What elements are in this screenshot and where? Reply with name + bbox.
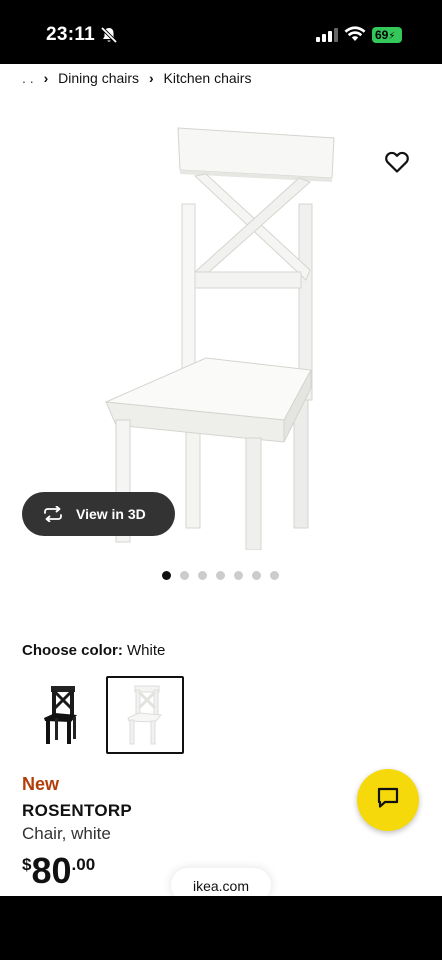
product-price: $ 80 .00 [22,852,95,890]
price-decimal: .00 [71,855,96,874]
carousel-dot[interactable] [252,571,261,580]
bottom-black-bar [0,896,442,960]
view-in-3d-label: View in 3D [76,506,146,522]
carousel-dot[interactable] [162,571,171,580]
breadcrumb-item-kitchen-chairs[interactable]: Kitchen chairs [164,70,252,86]
carousel-dot[interactable] [198,571,207,580]
color-swatch-black[interactable] [22,676,100,754]
color-label-prefix: Choose color: [22,642,123,659]
breadcrumb-separator: › [43,70,49,86]
breadcrumb-item-dining-chairs[interactable]: Dining chairs [58,70,139,86]
breadcrumb: . . › Dining chairs › Kitchen chairs [22,70,257,86]
carousel-dot[interactable] [270,571,279,580]
carousel-dot[interactable] [216,571,225,580]
product-name: ROSENTORP [22,801,133,820]
product-page: . . › Dining chairs › Kitchen chairs Vie… [0,64,442,896]
breadcrumb-separator: › [148,70,154,86]
view-in-3d-button[interactable]: View in 3D [22,492,175,536]
wishlist-heart-icon[interactable] [384,150,410,179]
battery-indicator: 69⚡ [372,27,402,43]
charging-bolt-icon: ⚡ [388,31,396,42]
breadcrumb-ellipsis[interactable]: . . [22,70,34,86]
color-chooser-label: Choose color: White [22,642,165,659]
product-description: Chair, white [22,824,111,843]
chat-bubble-icon [375,785,401,816]
color-swatch-white[interactable] [106,676,184,754]
battery-level: 69 [375,28,389,42]
bell-muted-icon [100,26,118,49]
carousel-dot[interactable] [180,571,189,580]
carousel-dot[interactable] [234,571,243,580]
chat-button[interactable] [357,769,419,831]
cellular-signal-icon [316,28,338,47]
price-currency: $ [22,855,32,874]
status-bar: 23:11 69⚡ [0,0,442,64]
wifi-icon [344,26,366,47]
status-time: 23:11 [46,24,96,45]
rotate-3d-icon [42,506,64,522]
browser-url-pill[interactable]: ikea.com [171,868,271,896]
price-integer: 80 [31,850,72,891]
selected-color: White [127,642,166,659]
new-badge: New [22,774,60,794]
product-image[interactable] [96,120,346,551]
image-carousel-dots [162,571,279,580]
